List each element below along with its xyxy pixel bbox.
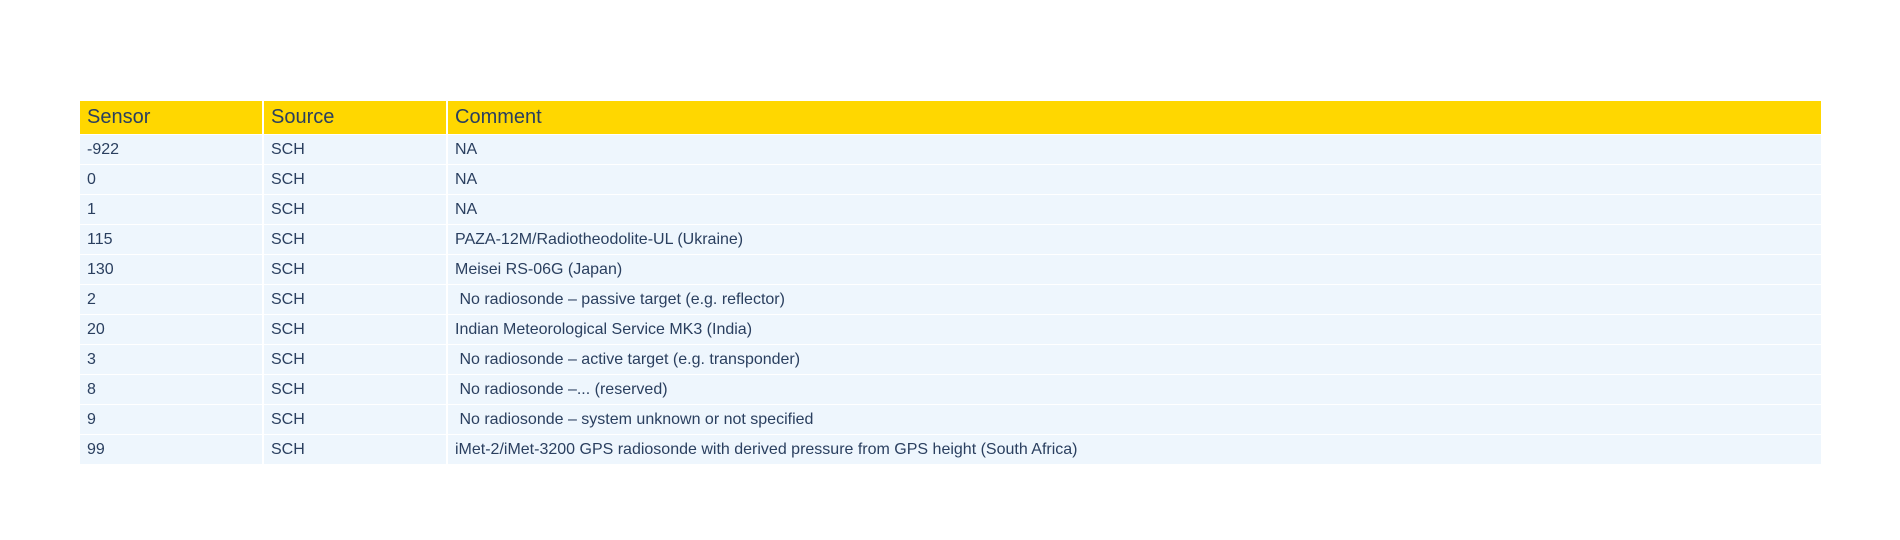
cell-sensor: 0	[80, 164, 264, 195]
data-table: Sensor Source Comment -922 SCH NA 0 SCH NA 1 SC…	[80, 101, 1821, 464]
table-row: 0 SCH NA	[80, 164, 1821, 195]
cell-sensor: 130	[80, 254, 264, 285]
cell-source: SCH	[263, 404, 448, 435]
table-row: 130 SCH Meisei RS-06G (Japan)	[80, 254, 1821, 285]
table-header: Sensor Source Comment	[80, 101, 1821, 135]
cell-source: SCH	[263, 134, 448, 165]
cell-sensor: 1	[80, 194, 264, 225]
cell-source: SCH	[263, 434, 448, 464]
cell-comment: NA	[447, 164, 1821, 195]
cell-comment: NA	[447, 194, 1821, 225]
cell-comment: Indian Meteorological Service MK3 (India…	[447, 314, 1821, 345]
table-row: 99 SCH iMet-2/iMet-3200 GPS radiosonde wit…	[80, 434, 1821, 464]
table-row: 1 SCH NA	[80, 194, 1821, 225]
cell-sensor: 20	[80, 314, 264, 345]
table-row: 2 SCH No radiosonde – passive target (e.g…	[80, 284, 1821, 315]
cell-sensor: -922	[80, 134, 264, 165]
cell-source: SCH	[263, 194, 448, 225]
header-source: Source	[263, 101, 448, 135]
cell-sensor: 2	[80, 284, 264, 315]
cell-sensor: 9	[80, 404, 264, 435]
cell-source: SCH	[263, 344, 448, 375]
cell-sensor: 8	[80, 374, 264, 405]
cell-sensor: 99	[80, 434, 264, 464]
table-row: 115 SCH PAZA-12M/Radiotheodolite-UL (Ukrai…	[80, 224, 1821, 255]
cell-source: SCH	[263, 164, 448, 195]
cell-source: SCH	[263, 314, 448, 345]
cell-source: SCH	[263, 224, 448, 255]
cell-comment: No radiosonde – active target (e.g. tran…	[447, 344, 1821, 375]
cell-source: SCH	[263, 254, 448, 285]
cell-comment: Meisei RS-06G (Japan)	[447, 254, 1821, 285]
cell-sensor: 115	[80, 224, 264, 255]
table-row: 8 SCH No radiosonde –... (reserved)	[80, 374, 1821, 405]
cell-comment: No radiosonde –... (reserved)	[447, 374, 1821, 405]
table-row: 9 SCH No radiosonde – system unknown or n…	[80, 404, 1821, 435]
header-sensor: Sensor	[80, 101, 264, 135]
header-comment: Comment	[447, 101, 1821, 135]
cell-sensor: 3	[80, 344, 264, 375]
cell-comment: NA	[447, 134, 1821, 165]
cell-source: SCH	[263, 284, 448, 315]
table-row: 3 SCH No radiosonde – active target (e.g.…	[80, 344, 1821, 375]
table-body: -922 SCH NA 0 SCH NA 1 SCH NA 115 SCH PAZA-12M/Radi…	[80, 134, 1821, 464]
cell-comment: iMet-2/iMet-3200 GPS radiosonde with der…	[447, 434, 1821, 464]
cell-source: SCH	[263, 374, 448, 405]
table-row: 20 SCH Indian Meteorological Service MK3 (…	[80, 314, 1821, 345]
cell-comment: No radiosonde – passive target (e.g. ref…	[447, 284, 1821, 315]
header-row: Sensor Source Comment	[80, 101, 1821, 135]
cell-comment: No radiosonde – system unknown or not sp…	[447, 404, 1821, 435]
table-row: -922 SCH NA	[80, 134, 1821, 165]
cell-comment: PAZA-12M/Radiotheodolite-UL (Ukraine)	[447, 224, 1821, 255]
data-table-container: Sensor Source Comment -922 SCH NA 0 SCH NA 1 SC…	[80, 101, 1821, 464]
